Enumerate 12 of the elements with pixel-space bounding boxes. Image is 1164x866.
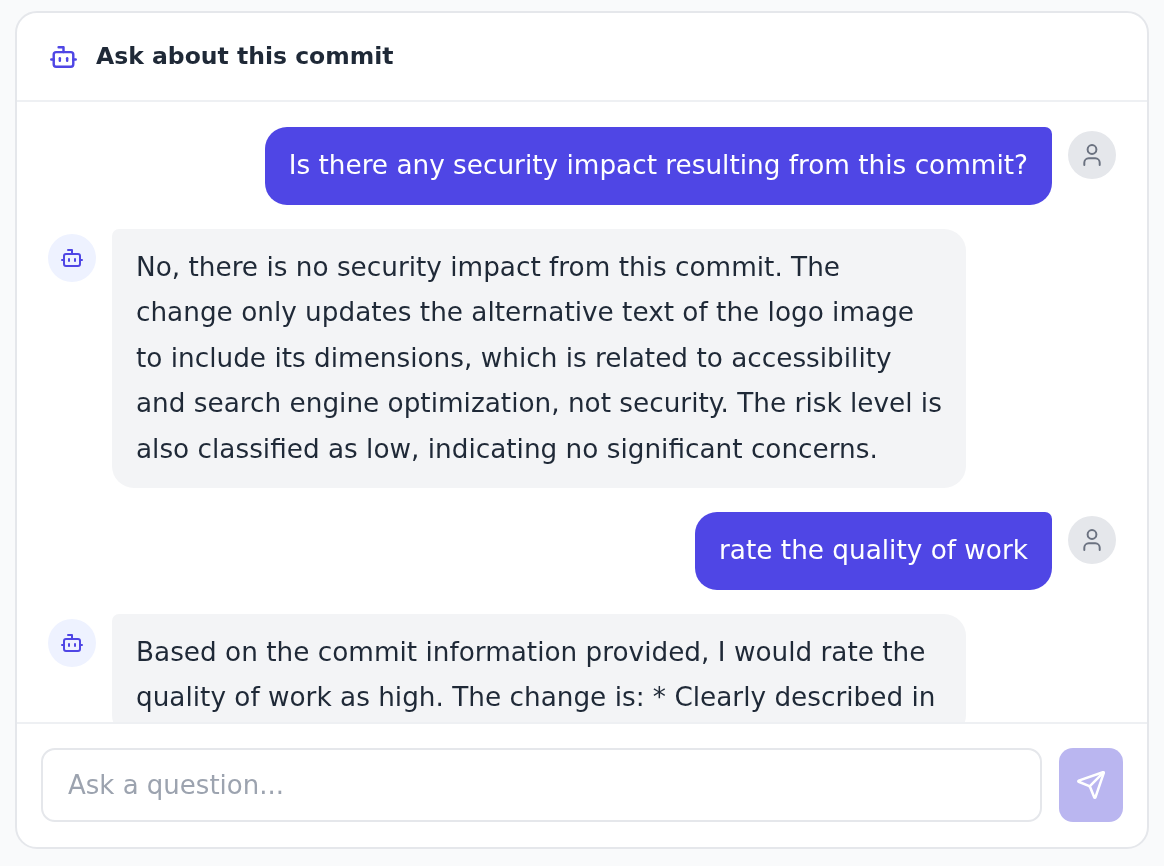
robot-avatar-icon [48,233,96,282]
user-message: rate the quality of work [695,512,1052,590]
robot-icon [50,45,77,68]
question-input[interactable]: Ask a question... [41,748,1042,822]
person-avatar-icon [1068,131,1116,179]
panel-title: Ask about this commit [96,42,394,71]
robot-avatar-icon [48,618,96,667]
user-message: Is there any security impact resulting from this commit? [264,127,1052,205]
paper-plane-icon [1077,771,1105,799]
person-avatar-icon [1068,516,1116,564]
assistant-message: Based on the commit information provided, I would rate the quality of work as high. The change is: * Clearly described in [112,613,967,722]
assistant-message: No, there is no security impact from this commit. The change only updates the alternative text of the logo image to include its dimensions, which is related to accessibility and search engine optimization, not security. The risk level is also classified as low, indicating no significant concerns. [112,228,967,488]
